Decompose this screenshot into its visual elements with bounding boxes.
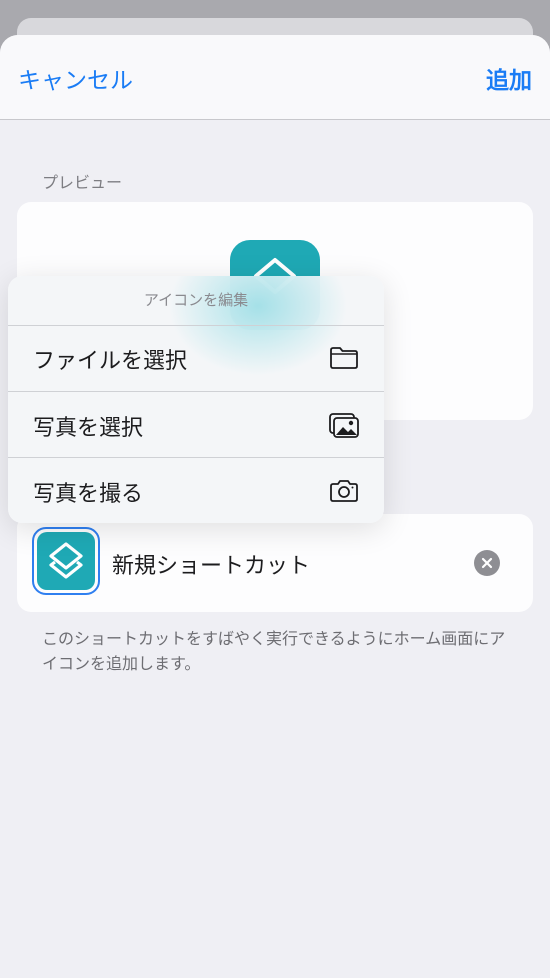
- menu-item-choose-photo[interactable]: 写真を選択: [8, 391, 384, 458]
- preview-section-label: プレビュー: [42, 173, 123, 192]
- clear-text-button[interactable]: [474, 550, 500, 576]
- description-text: このショートカットをすばやく実行できるようにホーム画面にアイコンを追加します。: [42, 629, 506, 673]
- photos-icon: [329, 413, 359, 438]
- menu-item-label: 写真を撮る: [33, 482, 144, 507]
- camera-icon: [330, 480, 358, 502]
- menu-item-take-photo[interactable]: 写真を撮る: [8, 457, 384, 523]
- shortcut-icon: [37, 532, 95, 590]
- add-button[interactable]: 追加: [486, 61, 532, 95]
- shortcuts-logo-icon: [49, 542, 83, 579]
- edit-icon-menu: アイコンを編集 ファイルを選択 写真を選択 写真を撮る: [8, 276, 384, 523]
- edit-icon-button[interactable]: [32, 527, 100, 595]
- menu-item-choose-file[interactable]: ファイルを選択: [8, 325, 384, 391]
- menu-item-label: 写真を選択: [33, 416, 144, 441]
- folder-icon: [330, 347, 358, 369]
- menu-item-label: ファイルを選択: [33, 349, 188, 374]
- shortcut-name-field[interactable]: 新規ショートカット: [112, 548, 310, 580]
- cancel-button[interactable]: キャンセル: [18, 61, 133, 95]
- menu-title: アイコンを編集: [8, 276, 384, 326]
- navigation-bar: キャンセル 追加: [0, 35, 550, 120]
- close-icon: [481, 557, 493, 569]
- shortcut-name-row: 新規ショートカット: [17, 514, 533, 612]
